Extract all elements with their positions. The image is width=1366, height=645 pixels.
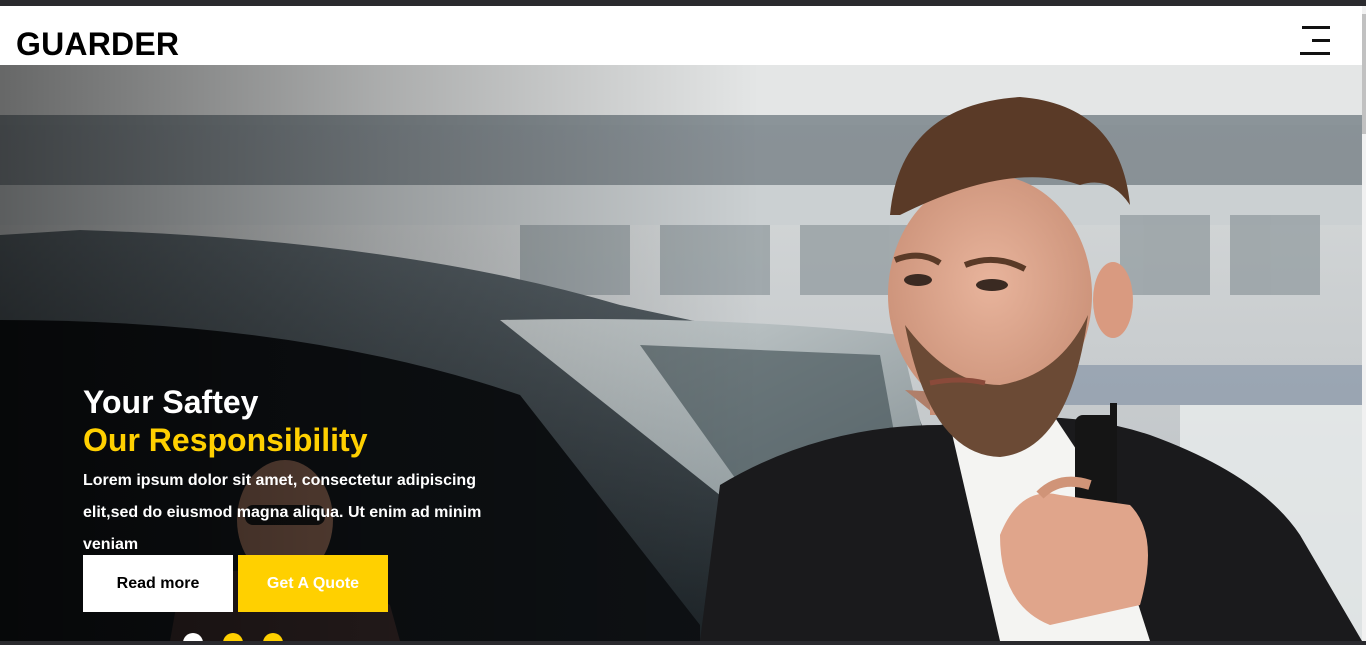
page-scrollbar[interactable] bbox=[1362, 6, 1366, 645]
brand-logo[interactable]: GUARDER bbox=[16, 28, 179, 60]
hamburger-menu-icon[interactable] bbox=[1298, 24, 1332, 56]
hero-text-block: Your Saftey Our Responsibility Lorem ips… bbox=[83, 383, 543, 561]
bottom-strip bbox=[0, 641, 1366, 645]
hero-title: Your Saftey bbox=[83, 384, 259, 420]
hero-description: Lorem ipsum dolor sit amet, consectetur … bbox=[83, 472, 482, 553]
read-more-button[interactable]: Read more bbox=[83, 555, 233, 612]
menu-line-middle bbox=[1312, 39, 1330, 42]
page: GUARDER Your Saftey Our Responsibility L… bbox=[0, 0, 1366, 645]
site-header: GUARDER bbox=[0, 6, 1362, 65]
hero-subtitle: Our Responsibility bbox=[83, 422, 368, 458]
scrollbar-thumb[interactable] bbox=[1362, 14, 1366, 134]
menu-line-bottom bbox=[1300, 52, 1330, 55]
hero-banner: Your Saftey Our Responsibility Lorem ips… bbox=[0, 65, 1362, 641]
get-a-quote-button[interactable]: Get A Quote bbox=[238, 555, 388, 612]
menu-line-top bbox=[1302, 26, 1330, 29]
